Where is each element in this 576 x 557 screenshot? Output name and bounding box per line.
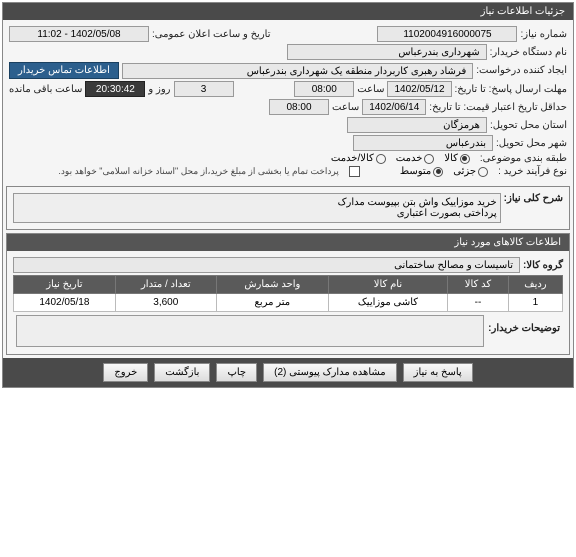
city-label: شهر محل تحویل: bbox=[496, 138, 567, 149]
th-qty: تعداد / متدار bbox=[115, 276, 216, 294]
th-name: نام کالا bbox=[328, 276, 447, 294]
hour-word-2: ساعت bbox=[332, 102, 359, 113]
announce-label: تاریخ و ساعت اعلان عمومی: bbox=[152, 29, 271, 40]
group-value: تاسیسات و مصالح ساختمانی bbox=[13, 257, 520, 273]
radio-goods[interactable]: کالا bbox=[444, 153, 470, 164]
th-unit: واحد شمارش bbox=[216, 276, 328, 294]
min-valid-label: حداقل تاریخ اعتبار قیمت: تا تاریخ: bbox=[429, 102, 567, 113]
treasury-checkbox[interactable] bbox=[349, 166, 360, 177]
province-value: هرمزگان bbox=[347, 117, 487, 133]
desc-label: شرح کلی نیاز: bbox=[504, 193, 563, 204]
min-valid-time: 08:00 bbox=[269, 99, 329, 115]
pay-note: پرداخت تمام یا بخشی از مبلغ خرید،از محل … bbox=[58, 166, 338, 177]
contact-button[interactable]: اطلاعات تماس خریدار bbox=[9, 62, 119, 79]
buyer-label: نام دستگاه خریدار: bbox=[490, 47, 567, 58]
respond-button[interactable]: پاسخ به نیاز bbox=[403, 363, 473, 382]
buyer-notes-label: توضیحات خریدار: bbox=[488, 315, 560, 347]
class-label: طبقه بندی موضوعی: bbox=[480, 153, 567, 164]
items-header: اطلاعات کالاهای مورد نیاز bbox=[454, 237, 561, 248]
process-label: نوع فرآیند خرید : bbox=[498, 166, 567, 177]
radio-partial[interactable]: جزئی bbox=[453, 166, 488, 177]
radio-both[interactable]: کالا/خدمت bbox=[331, 153, 386, 164]
panel-title: جزئیات اطلاعات نیاز bbox=[3, 3, 573, 20]
attachments-button[interactable]: مشاهده مدارک پیوستی (2) bbox=[263, 363, 397, 382]
items-section: اطلاعات کالاهای مورد نیاز گروه کالا: تاس… bbox=[6, 233, 570, 355]
requester-label: ایجاد کننده درخواست: bbox=[476, 65, 567, 76]
remain-value: 20:30:42 bbox=[85, 81, 145, 97]
need-no-value: 1102004916000075 bbox=[377, 26, 517, 42]
group-label: گروه کالا: bbox=[523, 260, 563, 271]
buyer-notes-box bbox=[16, 315, 484, 347]
items-table: ردیف کد کالا نام کالا واحد شمارش تعداد /… bbox=[13, 275, 563, 312]
radio-icon bbox=[460, 154, 470, 164]
radio-icon bbox=[433, 167, 443, 177]
need-no-label: شماره نیاز: bbox=[520, 29, 567, 40]
announce-value: 1402/05/08 - 11:02 bbox=[9, 26, 149, 42]
buyer-value: شهرداری بندرعباس bbox=[287, 44, 487, 60]
details-panel: جزئیات اطلاعات نیاز شماره نیاز: 11020049… bbox=[2, 2, 574, 388]
print-button[interactable]: چاپ bbox=[216, 363, 257, 382]
days-label: روز و bbox=[148, 84, 170, 95]
th-row: ردیف bbox=[508, 276, 562, 294]
exit-button[interactable]: خروج bbox=[103, 363, 148, 382]
hour-word-1: ساعت bbox=[357, 84, 384, 95]
back-button[interactable]: بازگشت bbox=[154, 363, 210, 382]
desc-text: خرید موزاییک واش بتن بپیوست مدارک پرداخت… bbox=[13, 193, 501, 223]
desc-section: شرح کلی نیاز: خرید موزاییک واش بتن بپیوس… bbox=[6, 186, 570, 230]
table-row: 1 -- کاشی موزاییک متر مربع 3,600 1402/05… bbox=[14, 294, 563, 312]
th-code: کد کالا bbox=[448, 276, 509, 294]
th-date: تاریخ نیاز bbox=[14, 276, 116, 294]
radio-medium[interactable]: متوسط bbox=[400, 166, 443, 177]
radio-icon bbox=[478, 167, 488, 177]
remain-label: ساعت باقی مانده bbox=[9, 84, 82, 95]
deadline-time: 08:00 bbox=[294, 81, 354, 97]
deadline-label: مهلت ارسال پاسخ: تا تاریخ: bbox=[455, 84, 567, 95]
requester-value: فرشاد رهبری کاربردار منطقه یک شهرداری بن… bbox=[122, 63, 473, 79]
footer-bar: پاسخ به نیاز مشاهده مدارک پیوستی (2) چاپ… bbox=[3, 358, 573, 387]
province-label: استان محل تحویل: bbox=[490, 120, 567, 131]
radio-icon bbox=[424, 154, 434, 164]
city-value: بندرعباس bbox=[353, 135, 493, 151]
radio-service[interactable]: خدمت bbox=[396, 153, 435, 164]
radio-icon bbox=[376, 154, 386, 164]
min-valid-date: 1402/06/14 bbox=[362, 99, 426, 115]
days-value: 3 bbox=[174, 81, 234, 97]
deadline-date: 1402/05/12 bbox=[387, 81, 451, 97]
